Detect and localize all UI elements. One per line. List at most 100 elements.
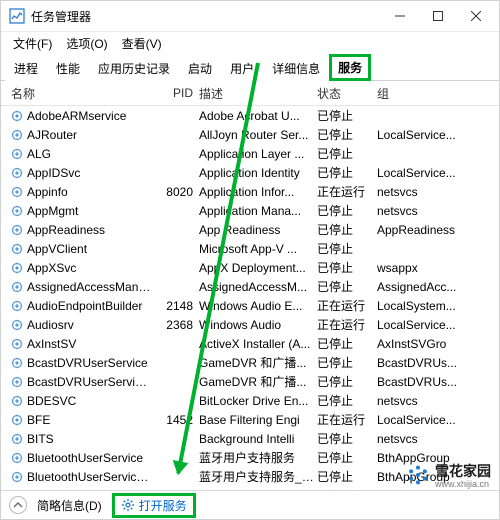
cell-status: 已停止 (317, 126, 377, 143)
menu-options[interactable]: 选项(O) (60, 33, 113, 54)
service-icon (11, 129, 23, 141)
menu-view[interactable]: 查看(V) (116, 33, 168, 54)
cell-status: 正在运行 (317, 297, 377, 314)
maximize-button[interactable] (419, 2, 457, 30)
table-row[interactable]: AppIDSvcApplication Identity已停止LocalServ… (1, 163, 499, 182)
cell-status: 已停止 (317, 107, 377, 124)
cell-desc: ActiveX Installer (A... (199, 337, 317, 351)
close-button[interactable] (457, 2, 495, 30)
cell-status: 已停止 (317, 354, 377, 371)
table-row[interactable]: BFE1452Base Filtering Engi正在运行LocalServi… (1, 410, 499, 429)
col-desc[interactable]: 描述 (199, 85, 317, 102)
table-row[interactable]: ALGApplication Layer ...已停止 (1, 144, 499, 163)
service-list[interactable]: AdobeARMserviceAdobe Acrobat U...已停止AJRo… (1, 106, 499, 490)
cell-desc: App Readiness (199, 223, 317, 237)
service-icon (11, 167, 23, 179)
table-row[interactable]: BcastDVRUserServiceGameDVR 和广播...已停止Bcas… (1, 353, 499, 372)
tab-processes[interactable]: 进程 (5, 55, 47, 81)
cell-group: netsvcs (377, 204, 499, 218)
cell-desc: Adobe Acrobat U... (199, 109, 317, 123)
cell-name: AudioEndpointBuilder (27, 299, 153, 313)
table-row[interactable]: AppReadinessApp Readiness已停止AppReadiness (1, 220, 499, 239)
table-row[interactable]: AudioEndpointBuilder2148Windows Audio E.… (1, 296, 499, 315)
snowflake-icon (407, 464, 429, 486)
watermark-text: 雪花家园 www.xhijia.cn (435, 461, 491, 489)
tab-services[interactable]: 服务 (329, 54, 371, 81)
table-row[interactable]: BcastDVRUserService_44GameDVR 和广播...已停止B… (1, 372, 499, 391)
cell-desc: AllJoyn Router Ser... (199, 128, 317, 142)
chevron-up-icon[interactable] (9, 496, 27, 514)
cell-desc: BitLocker Drive En... (199, 394, 317, 408)
cell-name: BluetoothUserService (27, 451, 153, 465)
cell-status: 已停止 (317, 278, 377, 295)
cell-desc: Windows Audio E... (199, 299, 317, 313)
tab-app-history[interactable]: 应用历史记录 (89, 55, 179, 81)
cell-status: 已停止 (317, 202, 377, 219)
cell-group: LocalService... (377, 166, 499, 180)
cell-status: 已停止 (317, 335, 377, 352)
table-row[interactable]: Audiosrv2368Windows Audio正在运行LocalServic… (1, 315, 499, 334)
service-icon (11, 414, 23, 426)
tab-details[interactable]: 详细信息 (263, 55, 329, 81)
cell-name: AJRouter (27, 128, 153, 142)
cell-name: AppXSvc (27, 261, 153, 275)
table-row[interactable]: AssignedAccessManagerAssignedAccessM...已… (1, 277, 499, 296)
service-icon (11, 186, 23, 198)
service-icon (11, 281, 23, 293)
table-row[interactable]: AppXSvcAppX Deployment...已停止wsappx (1, 258, 499, 277)
table-row[interactable]: AppMgmtApplication Mana...已停止netsvcs (1, 201, 499, 220)
minimize-button[interactable] (381, 2, 419, 30)
cell-status: 已停止 (317, 221, 377, 238)
table-row[interactable]: AxInstSVActiveX Installer (A...已停止AxInst… (1, 334, 499, 353)
service-icon (11, 452, 23, 464)
col-pid[interactable]: PID (153, 86, 199, 100)
cell-status: 正在运行 (317, 183, 377, 200)
cell-group: LocalService... (377, 318, 499, 332)
cell-group: AppReadiness (377, 223, 499, 237)
cell-status: 已停止 (317, 373, 377, 390)
cell-desc: Application Layer ... (199, 147, 317, 161)
cell-pid: 2368 (153, 318, 199, 332)
cell-desc: Base Filtering Engi (199, 413, 317, 427)
col-group[interactable]: 组 (377, 85, 499, 102)
cell-name: Appinfo (27, 185, 153, 199)
window-title: 任务管理器 (31, 8, 381, 25)
cell-desc: 蓝牙用户支持服务 (199, 449, 317, 466)
table-row[interactable]: BITSBackground Intelli已停止netsvcs (1, 429, 499, 448)
cell-desc: Background Intelli (199, 432, 317, 446)
table-row[interactable]: AJRouter AllJoyn Router Ser...已停止LocalSer… (1, 125, 499, 144)
cell-name: ALG (27, 147, 153, 161)
service-icon (11, 243, 23, 255)
cell-name: AppIDSvc (27, 166, 153, 180)
cell-desc: GameDVR 和广播... (199, 373, 317, 390)
tab-startup[interactable]: 启动 (179, 55, 221, 81)
service-icon (11, 319, 23, 331)
table-row[interactable]: AppVClientMicrosoft App-V ...已停止 (1, 239, 499, 258)
brief-info-link[interactable]: 简略信息(D) (37, 497, 102, 514)
titlebar: 任务管理器 (1, 1, 499, 32)
open-services-link[interactable]: 打开服务 (112, 493, 196, 518)
cell-group: LocalService... (377, 128, 499, 142)
table-row[interactable]: BDESVCBitLocker Drive En...已停止netsvcs (1, 391, 499, 410)
cell-pid: 2148 (153, 299, 199, 313)
cell-status: 已停止 (317, 259, 377, 276)
cell-group: AssignedAcc... (377, 280, 499, 294)
col-status[interactable]: 状态 (317, 85, 377, 102)
service-icon (11, 433, 23, 445)
gear-icon (121, 498, 135, 512)
service-icon (11, 300, 23, 312)
cell-name: Audiosrv (27, 318, 153, 332)
cell-name: BDESVC (27, 394, 153, 408)
cell-name: AssignedAccessManager (27, 280, 153, 294)
service-icon (11, 262, 23, 274)
cell-group: BcastDVRUs... (377, 356, 499, 370)
menu-file[interactable]: 文件(F) (7, 33, 58, 54)
col-name[interactable]: 名称 (11, 85, 153, 102)
cell-desc: Application Infor... (199, 185, 317, 199)
tab-performance[interactable]: 性能 (47, 55, 89, 81)
cell-group: BcastDVRUs... (377, 375, 499, 389)
table-row[interactable]: Appinfo8020Application Infor...正在运行netsv… (1, 182, 499, 201)
cell-group: AxInstSVGro (377, 337, 499, 351)
service-icon (11, 338, 23, 350)
statusbar: 简略信息(D) 打开服务 (1, 490, 499, 519)
